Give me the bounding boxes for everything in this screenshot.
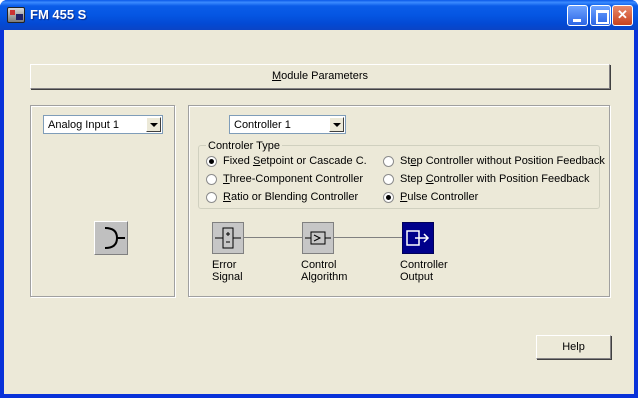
- radio-fixed-setpoint-indicator[interactable]: [206, 156, 217, 167]
- signal-wire: [334, 237, 404, 238]
- radio-ratio-blending-label: Ratio or Blending Controller: [223, 191, 359, 203]
- controller-type-title: Controler Type: [206, 140, 282, 152]
- control-algorithm-button[interactable]: [302, 222, 334, 254]
- signal-wire: [244, 237, 302, 238]
- module-parameters-button[interactable]: Module Parameters: [30, 64, 610, 89]
- analog-input-select[interactable]: Analog Input 1: [43, 115, 163, 134]
- title-bar[interactable]: FM 455 S ✕: [0, 0, 638, 30]
- error-signal-icon: [215, 227, 241, 249]
- maximize-icon[interactable]: [590, 5, 611, 26]
- radio-pulse-controller-indicator[interactable]: [383, 192, 394, 203]
- controller-value: Controller 1: [234, 119, 291, 131]
- error-signal-button[interactable]: [212, 222, 244, 254]
- radio-step-without-feedback-indicator[interactable]: [383, 156, 394, 167]
- radio-fixed-setpoint-label: Fixed Setpoint or Cascade C.: [223, 155, 367, 167]
- analog-input-symbol-icon[interactable]: [94, 221, 128, 255]
- chevron-down-icon[interactable]: [146, 117, 161, 132]
- controller-select[interactable]: Controller 1: [229, 115, 346, 134]
- minimize-icon[interactable]: [567, 5, 588, 26]
- radio-three-component-label: Three-Component Controller: [223, 173, 364, 185]
- module-parameters-label-rest: odule Parameters: [281, 70, 368, 82]
- help-button[interactable]: Help: [536, 335, 611, 359]
- radio-step-with-feedback-indicator[interactable]: [383, 174, 394, 185]
- error-signal-label: Error Signal: [212, 259, 243, 283]
- controller-output-label: Controller Output: [400, 259, 448, 283]
- control-algorithm-icon: [305, 231, 331, 245]
- radio-ratio-blending-indicator[interactable]: [206, 192, 217, 203]
- radio-step-with-feedback-label: Step Controller with Position Feedback: [400, 173, 590, 185]
- analog-input-value: Analog Input 1: [48, 119, 119, 131]
- window-title: FM 455 S: [30, 7, 87, 22]
- radio-pulse-controller-label: Pulse Controller: [400, 191, 479, 203]
- app-icon: [7, 7, 25, 23]
- radio-step-without-feedback-label: Step Controller without Position Feedbac…: [400, 155, 605, 167]
- controller-output-icon: [406, 230, 430, 246]
- radio-three-component-indicator[interactable]: [206, 174, 217, 185]
- close-icon[interactable]: ✕: [612, 5, 633, 26]
- controller-output-button[interactable]: [402, 222, 434, 254]
- module-parameters-label-accel: M: [272, 70, 282, 82]
- control-algorithm-label: Control Algorithm: [301, 259, 348, 283]
- chevron-down-icon[interactable]: [329, 117, 344, 132]
